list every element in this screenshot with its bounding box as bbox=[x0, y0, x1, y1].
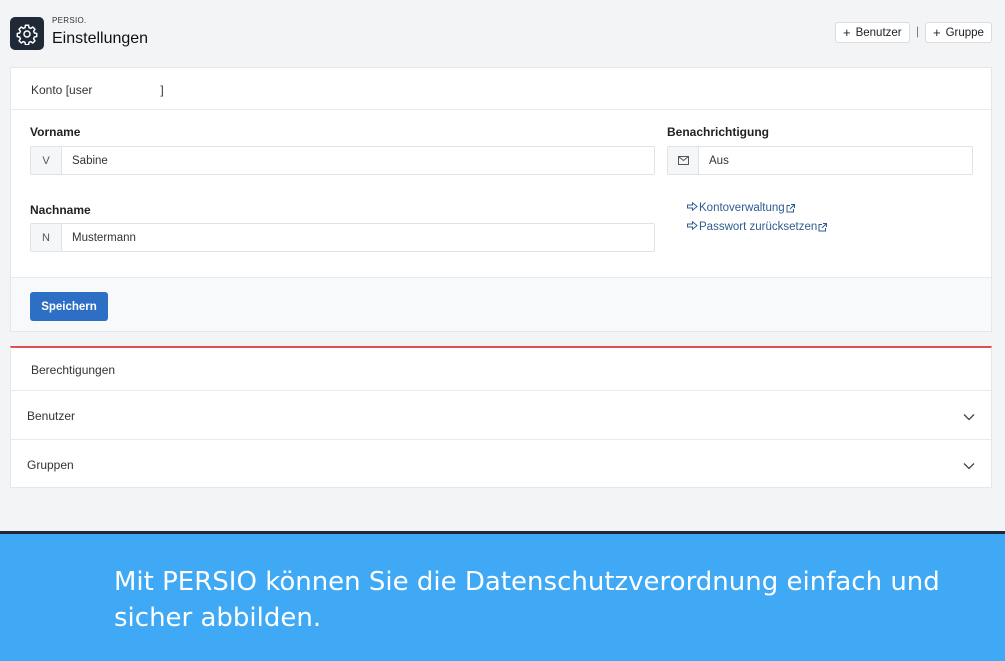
last-name-label: Nachname bbox=[30, 203, 91, 217]
first-name-prefix: V bbox=[31, 147, 62, 174]
plus-icon: + bbox=[933, 25, 941, 40]
add-group-button[interactable]: + Gruppe bbox=[925, 22, 992, 43]
account-management-label: Kontoverwaltung bbox=[699, 202, 785, 214]
notification-value: Aus bbox=[709, 154, 729, 167]
last-name-field[interactable]: N bbox=[30, 223, 655, 252]
accordion-gruppen[interactable]: Gruppen bbox=[11, 439, 991, 488]
gear-icon[interactable] bbox=[10, 17, 44, 50]
reset-password-label: Passwort zurücksetzen bbox=[699, 221, 818, 233]
first-name-input[interactable] bbox=[62, 147, 654, 174]
permissions-card: Berechtigungen Benutzer Gruppen bbox=[10, 346, 992, 488]
account-card-footer: Speichern bbox=[11, 277, 991, 331]
add-group-label: Gruppe bbox=[945, 26, 984, 39]
first-name-field[interactable]: V bbox=[30, 146, 655, 175]
page-title: Einstellungen bbox=[52, 30, 149, 47]
account-heading-prefix: Konto [user bbox=[31, 83, 93, 97]
header-separator: | bbox=[916, 24, 920, 38]
caption-banner: Mit PERSIO können Sie die Datenschutzver… bbox=[0, 531, 1005, 661]
accordion-gruppen-label: Gruppen bbox=[27, 458, 74, 472]
arrow-right-icon bbox=[687, 220, 698, 233]
last-name-prefix: N bbox=[31, 224, 62, 251]
add-user-label: Benutzer bbox=[855, 26, 902, 39]
save-button[interactable]: Speichern bbox=[30, 292, 108, 321]
arrow-right-icon bbox=[687, 201, 698, 214]
top-header: PERSIO. Einstellungen + Benutzer | + Gru… bbox=[0, 0, 1005, 62]
external-link-icon bbox=[818, 222, 828, 232]
brand-name: PERSIO. bbox=[52, 16, 87, 25]
first-name-label: Vorname bbox=[30, 125, 81, 139]
chevron-down-icon bbox=[963, 408, 975, 426]
accordion-benutzer[interactable]: Benutzer bbox=[11, 390, 991, 439]
account-management-link[interactable]: Kontoverwaltung bbox=[687, 201, 795, 214]
last-name-input[interactable] bbox=[62, 224, 654, 251]
account-heading-suffix: ] bbox=[160, 83, 164, 97]
chevron-down-icon bbox=[963, 457, 975, 475]
accordion-benutzer-label: Benutzer bbox=[27, 409, 76, 423]
permissions-heading: Berechtigungen bbox=[31, 363, 116, 377]
plus-icon: + bbox=[843, 25, 851, 40]
external-link-icon bbox=[786, 203, 795, 213]
caption-text: Mit PERSIO können Sie die Datenschutzver… bbox=[114, 567, 940, 633]
notification-select[interactable]: Aus bbox=[667, 146, 973, 175]
add-user-button[interactable]: + Benutzer bbox=[835, 22, 910, 43]
envelope-icon bbox=[668, 147, 699, 174]
reset-password-link[interactable]: Passwort zurücksetzen bbox=[687, 220, 828, 233]
account-card: Konto [user] Vorname V Nachname N Benach… bbox=[10, 67, 992, 332]
account-card-header: Konto [user] bbox=[11, 68, 991, 110]
notification-label: Benachrichtigung bbox=[667, 125, 770, 139]
account-heading: Konto [user] bbox=[31, 83, 164, 97]
